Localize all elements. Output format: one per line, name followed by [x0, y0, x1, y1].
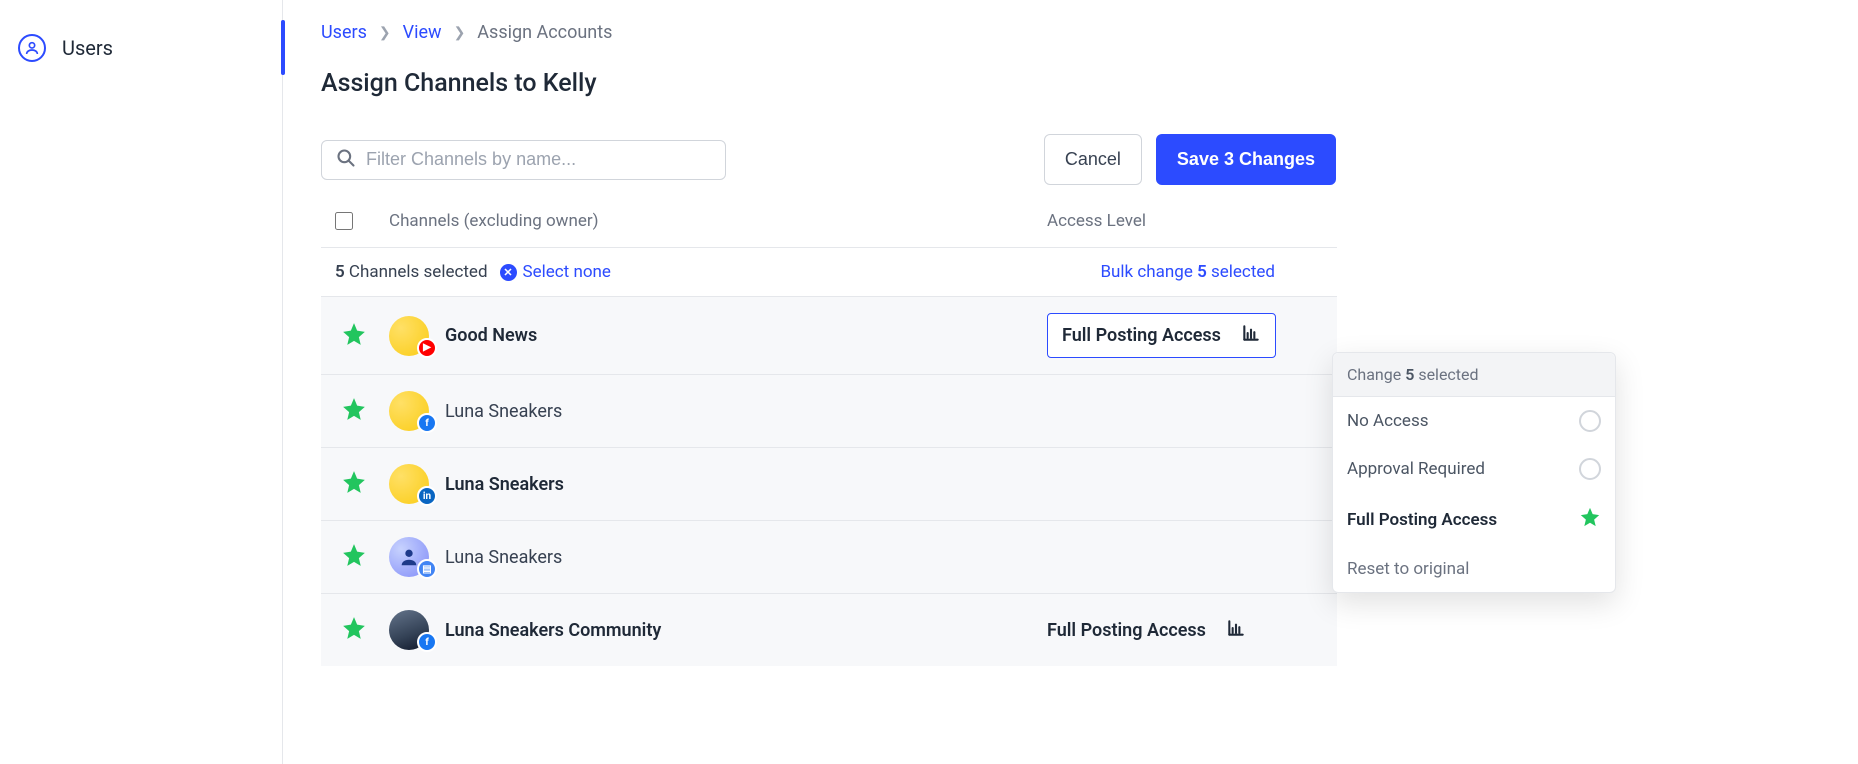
youtube-icon: ▶ — [417, 338, 437, 358]
avatar: ▶ — [389, 316, 445, 356]
linkedin-icon: in — [417, 486, 437, 506]
select-all-cell — [335, 212, 389, 230]
access-level-cell: Full Posting Access — [1047, 313, 1323, 358]
channel-name: Luna Sneakers — [445, 474, 1047, 495]
avatar: ▤ — [389, 537, 445, 577]
toolbar: Cancel Save 3 Changes — [321, 134, 1858, 185]
star-filled-icon — [341, 615, 367, 645]
dropdown-option-no-access[interactable]: No Access — [1333, 397, 1615, 445]
save-button[interactable]: Save 3 Changes — [1156, 134, 1336, 185]
star-filled-icon — [341, 542, 367, 572]
table-row[interactable]: ▶ Good News Full Posting Access — [321, 296, 1337, 374]
chevron-right-icon: ❯ — [454, 25, 466, 41]
search-input[interactable] — [366, 149, 711, 170]
main-content: Users ❯ View ❯ Assign Accounts Assign Ch… — [283, 0, 1858, 764]
access-level-label: Full Posting Access — [1047, 620, 1206, 641]
google-icon: ▤ — [417, 559, 437, 579]
dropdown-option-full[interactable]: Full Posting Access — [1333, 493, 1615, 546]
channel-name: Luna Sneakers — [445, 547, 1047, 568]
search-icon — [336, 148, 356, 172]
column-header-channels: Channels (excluding owner) — [389, 211, 1047, 231]
selection-count: 5 Channels selected — [335, 262, 488, 282]
star-filled-icon — [341, 321, 367, 351]
star-filled-icon — [341, 396, 367, 426]
chevron-right-icon: ❯ — [379, 25, 391, 41]
avatar: f — [389, 391, 445, 431]
bulk-change-link[interactable]: Bulk change 5 selected — [1100, 262, 1275, 282]
dropdown-option-approval[interactable]: Approval Required — [1333, 445, 1615, 493]
column-header-access: Access Level — [1047, 211, 1323, 231]
table-row[interactable]: f Luna Sneakers — [321, 374, 1337, 447]
breadcrumb-current: Assign Accounts — [477, 22, 612, 43]
bar-chart-icon — [1241, 323, 1261, 348]
cancel-button[interactable]: Cancel — [1044, 134, 1142, 185]
facebook-icon: f — [417, 632, 437, 652]
avatar: f — [389, 610, 445, 650]
access-level-cell: Full Posting Access — [1047, 618, 1323, 643]
access-level-label: Full Posting Access — [1062, 325, 1221, 346]
table-header: Channels (excluding owner) Access Level — [321, 211, 1337, 248]
channel-rows: ▶ Good News Full Posting Access f Luna Sneak… — [321, 296, 1337, 666]
selection-bar: 5 Channels selected ✕ Select none Bulk c… — [321, 248, 1337, 296]
channel-name: Luna Sneakers Community — [445, 620, 1047, 641]
table-row[interactable]: ▤ Luna Sneakers — [321, 520, 1337, 593]
star-filled-icon — [1579, 506, 1601, 533]
sidebar-item-users[interactable]: Users — [0, 24, 282, 72]
access-level-dropdown: Change 5 selected No Access Approval Req… — [1332, 352, 1616, 593]
select-all-checkbox[interactable] — [335, 212, 353, 230]
bar-chart-icon — [1226, 618, 1246, 643]
radio-empty-icon — [1579, 458, 1601, 480]
facebook-icon: f — [417, 413, 437, 433]
sidebar: Users — [0, 0, 283, 764]
sidebar-item-label: Users — [62, 36, 113, 60]
select-none-button[interactable]: ✕ Select none — [500, 262, 611, 282]
star-filled-icon — [341, 469, 367, 499]
breadcrumb-view[interactable]: View — [403, 22, 442, 43]
access-level-select[interactable]: Full Posting Access — [1047, 313, 1276, 358]
close-circle-icon: ✕ — [500, 264, 517, 281]
breadcrumb: Users ❯ View ❯ Assign Accounts — [321, 22, 1858, 43]
avatar: in — [389, 464, 445, 504]
table-row[interactable]: f Luna Sneakers CommunityFull Posting Acc… — [321, 593, 1337, 666]
dropdown-header: Change 5 selected — [1333, 353, 1615, 397]
dropdown-option-reset[interactable]: Reset to original — [1333, 546, 1615, 592]
search-box[interactable] — [321, 140, 726, 180]
radio-empty-icon — [1579, 410, 1601, 432]
channel-name: Good News — [445, 325, 1047, 346]
breadcrumb-users[interactable]: Users — [321, 22, 367, 43]
user-icon — [18, 34, 46, 62]
page-title: Assign Channels to Kelly — [321, 69, 1858, 98]
table-row[interactable]: in Luna Sneakers — [321, 447, 1337, 520]
channel-name: Luna Sneakers — [445, 401, 1047, 422]
